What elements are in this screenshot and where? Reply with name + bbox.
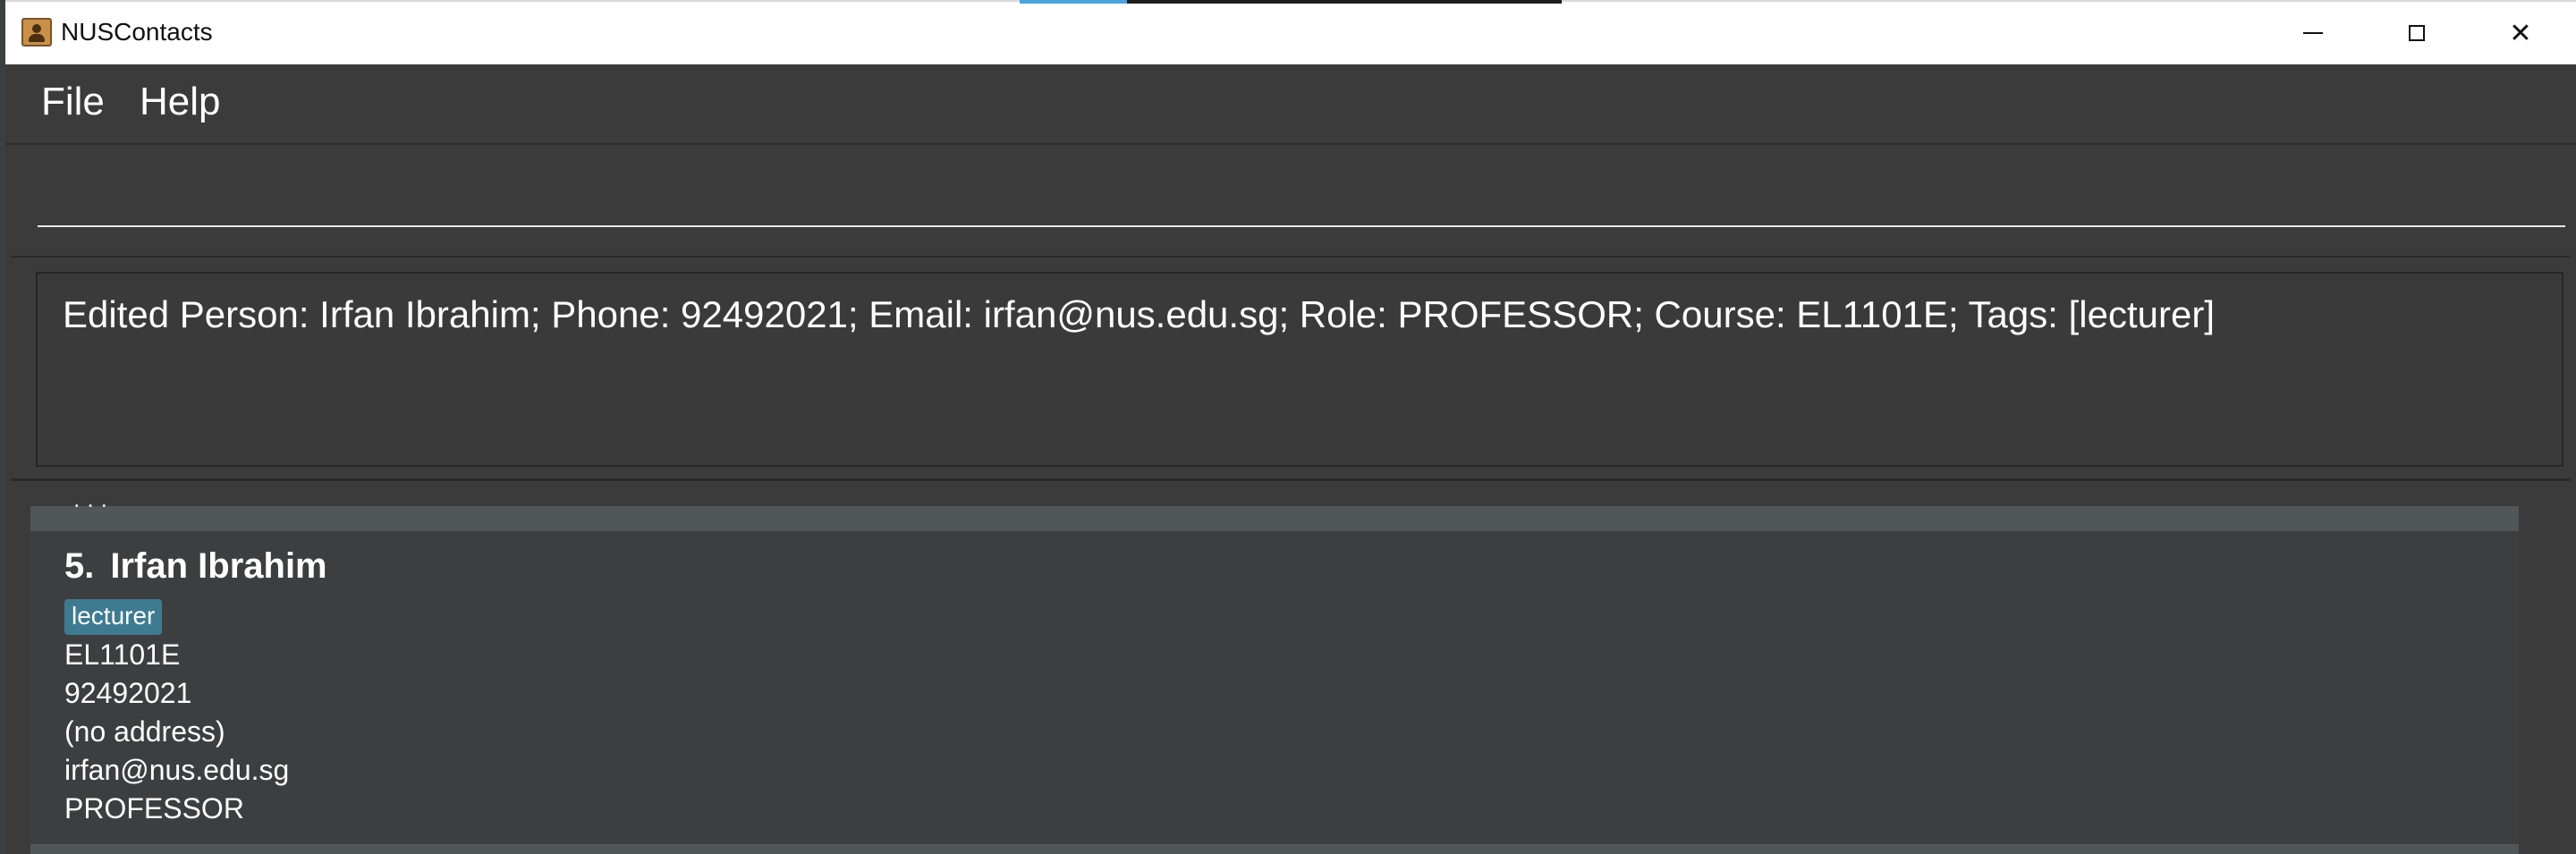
person-address: (no address) [64,715,225,748]
minimize-icon[interactable] [2286,13,2340,54]
window-title: NUSContacts [61,18,213,46]
command-box-pane [11,145,2571,258]
tag-badge: lecturer [64,599,163,635]
maximize-icon[interactable] [2390,13,2444,54]
result-display[interactable]: Edited Person: Irfan Ibrahim; Phone: 924… [36,272,2563,467]
taskbar-accent [1020,0,1127,4]
previous-card-edge: · · · [30,494,2519,531]
close-icon[interactable]: ✕ [2494,13,2547,54]
person-list-pane[interactable]: · · · 5. Irfan Ibrahim lecturer EL1101E 9… [5,483,2576,854]
taskbar-accent-dark [1127,0,1562,4]
person-course: EL1101E [64,638,181,671]
menu-file[interactable]: File [41,79,105,125]
menu-help[interactable]: Help [140,79,221,125]
person-index: 5. [64,546,95,586]
person-header: 5. Irfan Ibrahim [64,544,327,588]
title-bar[interactable]: NUSContacts ✕ [5,0,2576,64]
person-name: Irfan Ibrahim [110,546,327,586]
result-display-pane: Edited Person: Irfan Ibrahim; Phone: 924… [11,259,2571,481]
result-message: Edited Person: Irfan Ibrahim; Phone: 924… [63,293,2215,335]
person-phone: 92492021 [64,677,192,709]
person-role: PROFESSOR [64,792,244,824]
person-card[interactable]: 5. Irfan Ibrahim lecturer EL1101E 9249202… [30,531,2519,844]
cut-off-text: · · · [73,494,108,519]
contacts-app-icon [21,18,52,47]
next-card-edge [30,844,2519,854]
menu-bar: File Help [5,64,2576,145]
app-window: NUSContacts ✕ File Help Edited Person: I… [5,0,2576,854]
person-email: irfan@nus.edu.sg [64,754,290,786]
command-input[interactable] [38,172,2565,227]
